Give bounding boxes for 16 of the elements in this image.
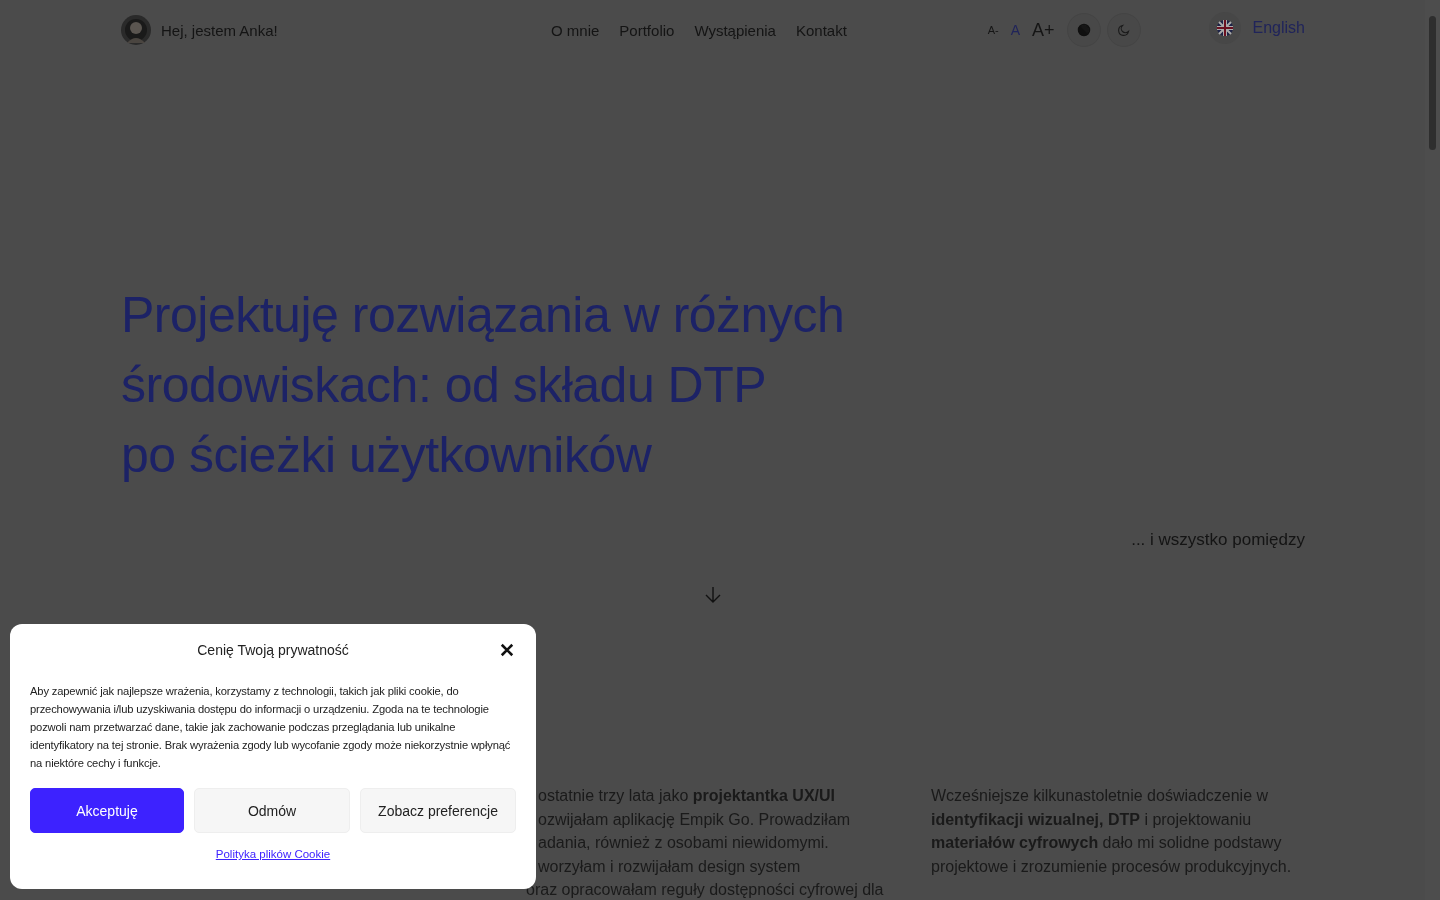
moon-icon xyxy=(1116,23,1131,37)
dialog-text: Aby zapewnić jak najlepsze wrażenia, korzystamy z technologii, takich jak pliki cookie, do przechowywania i/lub uzyskiwania dostępu do informacji o urządzeniu. Zgoda na te technologie pozwoli nam przetwarzać dane, takie jak zachowanie podczas przeglądania lub unikalne identyfikatory na tej stronie. Brak wyrażenia zgody lub wycofanie zgody może niekorzystnie wpłynąć na niektóre cechy i funkcje. xyxy=(30,684,512,771)
close-icon[interactable] xyxy=(500,643,514,657)
flag-icon xyxy=(1216,20,1233,36)
dialog-title: Cenię Twoją prywatność xyxy=(197,642,349,658)
accept-button[interactable]: Akceptuję xyxy=(30,788,184,833)
avatar-icon xyxy=(121,15,151,45)
dark-mode-button[interactable] xyxy=(1106,13,1141,47)
contrast-button[interactable] xyxy=(1066,13,1101,47)
dialog-button[interactable]: Odmów xyxy=(194,788,350,833)
down-arrow-icon[interactable] xyxy=(704,586,722,604)
contrast-icon xyxy=(1076,23,1091,37)
nav-link[interactable]: Wystąpienia xyxy=(694,21,776,39)
dialog-button[interactable]: Zobacz preferencje xyxy=(360,788,516,833)
cookie-policy-link[interactable]: Polityka plików Cookie xyxy=(215,848,331,860)
nav-link[interactable]: Portfolio xyxy=(619,21,675,39)
